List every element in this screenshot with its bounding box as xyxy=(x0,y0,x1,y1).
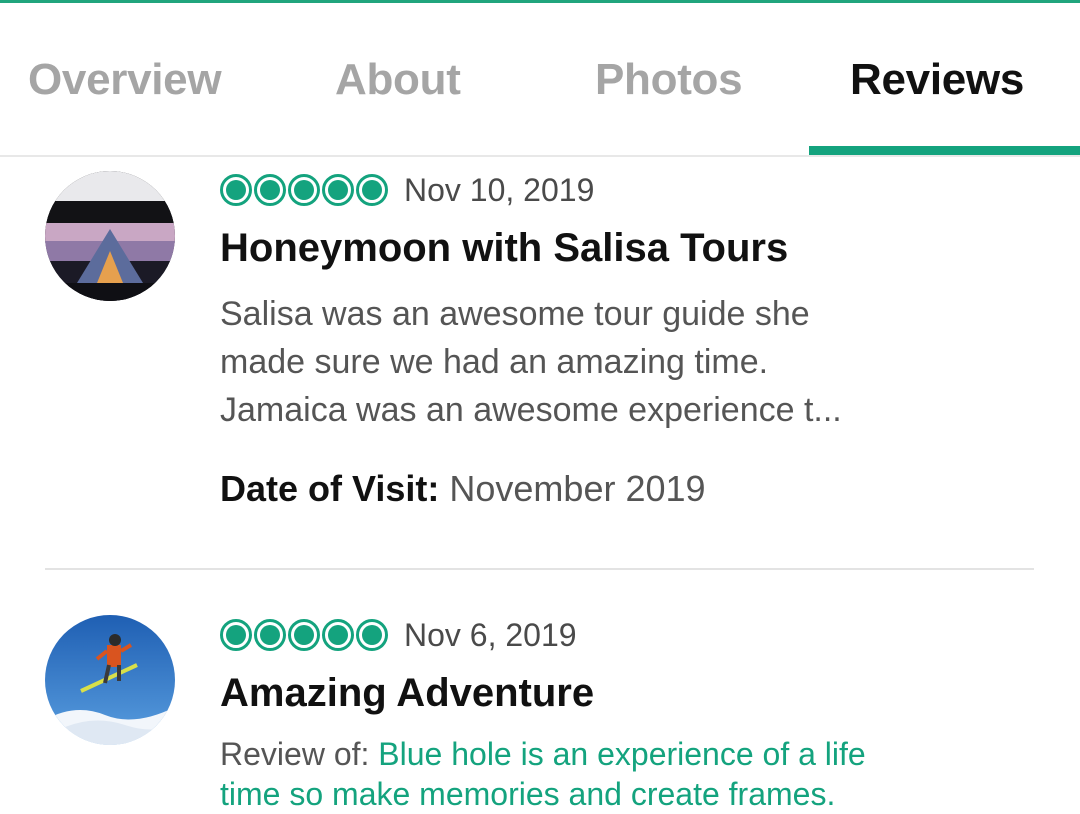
tab-bar: Overview About Photos Reviews xyxy=(0,3,1080,156)
review-date: Nov 10, 2019 xyxy=(404,172,595,208)
rating-bubble-icon xyxy=(356,619,388,651)
rating-bubble-icon xyxy=(254,174,286,206)
tab-reviews[interactable]: Reviews xyxy=(850,55,1024,105)
review-body-line: made sure we had an amazing time. xyxy=(220,343,769,381)
rating-bubble-icon xyxy=(322,174,354,206)
review-date: Nov 6, 2019 xyxy=(404,617,577,653)
rating-bubbles xyxy=(220,172,390,208)
review-divider xyxy=(45,568,1034,570)
skier-jump-avatar-icon xyxy=(45,615,175,745)
tab-overview[interactable]: Overview xyxy=(28,55,222,105)
rating-bubbles xyxy=(220,617,390,653)
date-of-visit-label: Date of Visit: xyxy=(220,468,440,509)
rating-bubble-icon xyxy=(356,174,388,206)
review-title[interactable]: Honeymoon with Salisa Tours xyxy=(220,226,788,271)
review-of-continued: time so make memories and create frames. xyxy=(220,774,835,814)
tent-at-sunset-avatar-icon xyxy=(45,171,175,301)
date-of-visit-value: November 2019 xyxy=(449,468,706,509)
rating-bubble-icon xyxy=(288,174,320,206)
tab-photos[interactable]: Photos xyxy=(595,55,743,105)
review-title[interactable]: Amazing Adventure xyxy=(220,671,594,716)
rating-bubble-icon xyxy=(220,619,252,651)
review-of-link[interactable]: time so make memories and create frames. xyxy=(220,776,835,812)
review-body[interactable]: Salisa was an awesome tour guide she mad… xyxy=(220,290,1020,434)
rating-bubble-icon xyxy=(220,174,252,206)
review-body-line: Jamaica was an awesome experience t... xyxy=(220,391,842,429)
rating-bubble-icon xyxy=(322,619,354,651)
review-body-line: Salisa was an awesome tour guide she xyxy=(220,295,810,333)
avatar[interactable] xyxy=(45,615,175,745)
tab-about[interactable]: About xyxy=(335,55,461,105)
date-of-visit: Date of Visit: November 2019 xyxy=(220,468,706,510)
review-of: Review of: Blue hole is an experience of… xyxy=(220,734,866,774)
review-of-label: Review of: xyxy=(220,736,370,772)
rating-bubble-icon xyxy=(254,619,286,651)
rating-bubble-icon xyxy=(288,619,320,651)
review-of-link[interactable]: Blue hole is an experience of a life xyxy=(378,736,865,772)
tab-divider xyxy=(0,155,1080,157)
avatar[interactable] xyxy=(45,171,175,301)
